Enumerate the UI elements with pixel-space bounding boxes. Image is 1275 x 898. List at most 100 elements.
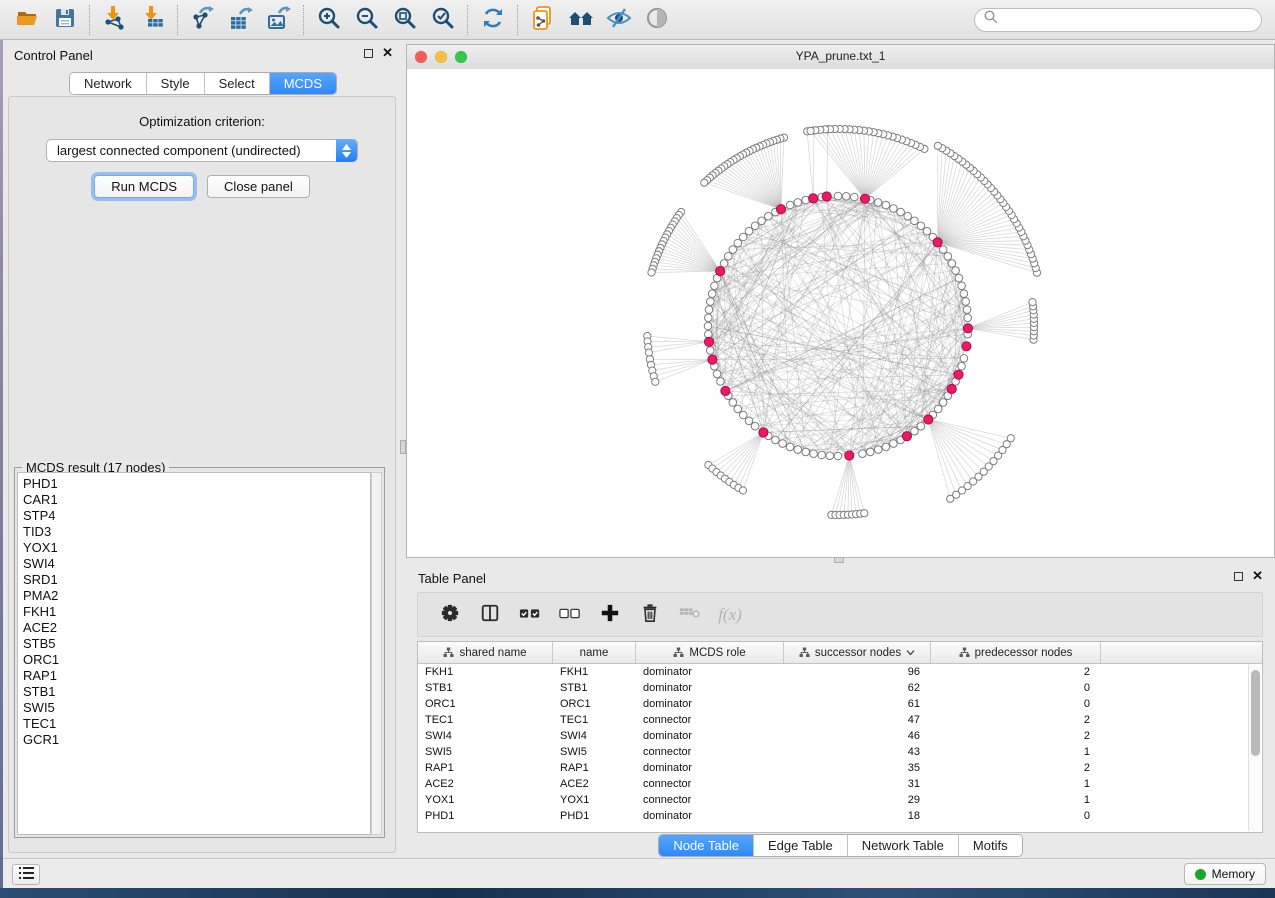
- graph-node[interactable]: [779, 440, 787, 448]
- graph-node[interactable]: [859, 450, 867, 458]
- graph-node[interactable]: [939, 246, 947, 254]
- export-network-button[interactable]: [184, 5, 222, 35]
- graph-node[interactable]: [917, 422, 925, 430]
- table-row[interactable]: FKH1FKH1dominator962: [418, 664, 1262, 680]
- graph-node[interactable]: [890, 440, 898, 448]
- tab-mcds[interactable]: MCDS: [270, 73, 336, 94]
- graph-hub-node[interactable]: [860, 194, 869, 203]
- tab-network-table[interactable]: Network Table: [848, 835, 959, 856]
- tab-node-table[interactable]: Node Table: [659, 835, 754, 856]
- graph-node[interactable]: [705, 306, 713, 314]
- graph-node[interactable]: [786, 443, 794, 451]
- result-list-item[interactable]: CAR1: [23, 492, 370, 508]
- result-list-scrollbar[interactable]: [371, 472, 382, 835]
- graph-node[interactable]: [904, 212, 912, 220]
- result-list-item[interactable]: SWI5: [23, 700, 370, 716]
- graph-leaf-node[interactable]: [861, 510, 868, 517]
- export-table-button[interactable]: [222, 5, 260, 35]
- add-row-button[interactable]: [595, 600, 625, 630]
- criterion-select[interactable]: largest connected component (undirected): [46, 139, 358, 162]
- graph-leaf-node[interactable]: [739, 487, 746, 494]
- graph-node[interactable]: [842, 193, 850, 201]
- apply-layout-button[interactable]: [474, 5, 512, 35]
- first-neighbors-button[interactable]: [562, 5, 600, 35]
- graph-node[interactable]: [897, 208, 905, 216]
- graph-leaf-node[interactable]: [701, 179, 708, 186]
- graph-node[interactable]: [751, 222, 759, 230]
- save-session-button[interactable]: [46, 5, 84, 35]
- result-list-item[interactable]: STB5: [23, 636, 370, 652]
- graph-hub-node[interactable]: [809, 194, 818, 203]
- graph-node[interactable]: [713, 370, 721, 378]
- table-row[interactable]: SWI5SWI5connector431: [418, 744, 1262, 760]
- graph-node[interactable]: [794, 446, 802, 454]
- graph-node[interactable]: [794, 199, 802, 207]
- graph-hub-node[interactable]: [721, 386, 730, 395]
- graph-node[interactable]: [739, 411, 747, 419]
- result-list-item[interactable]: ORC1: [23, 652, 370, 668]
- table-row[interactable]: ACE2ACE2connector311: [418, 776, 1262, 792]
- table-scrollbar[interactable]: [1248, 664, 1261, 831]
- tab-edge-table[interactable]: Edge Table: [754, 835, 848, 856]
- graph-hub-node[interactable]: [776, 205, 785, 214]
- result-list-item[interactable]: GCR1: [23, 732, 370, 748]
- graph-node[interactable]: [751, 422, 759, 430]
- graph-node[interactable]: [765, 212, 773, 220]
- graph-node[interactable]: [867, 448, 875, 456]
- graph-node[interactable]: [717, 378, 725, 386]
- task-history-button[interactable]: [12, 864, 40, 885]
- export-image-button[interactable]: [260, 5, 298, 35]
- graph-node[interactable]: [851, 193, 859, 201]
- graph-hub-node[interactable]: [902, 432, 911, 441]
- graph-node[interactable]: [834, 192, 842, 200]
- table-row[interactable]: STB1STB1dominator620: [418, 680, 1262, 696]
- table-row[interactable]: RAP1RAP1dominator352: [418, 760, 1262, 776]
- graph-hub-node[interactable]: [924, 415, 933, 424]
- column-header-MCDS-role[interactable]: MCDS role: [636, 642, 784, 663]
- graph-leaf-node[interactable]: [1029, 299, 1036, 306]
- graph-node[interactable]: [958, 362, 966, 370]
- graph-node[interactable]: [772, 436, 780, 444]
- zoom-selected-button[interactable]: [424, 5, 462, 35]
- tab-style[interactable]: Style: [147, 73, 205, 94]
- result-list-item[interactable]: TID3: [23, 524, 370, 540]
- table-row[interactable]: ORC1ORC1dominator610: [418, 696, 1262, 712]
- graph-leaf-node[interactable]: [652, 378, 659, 385]
- graph-node[interactable]: [944, 253, 952, 261]
- graph-hub-node[interactable]: [759, 428, 768, 437]
- close-panel-icon[interactable]: ✕: [1252, 571, 1263, 581]
- deselect-all-button[interactable]: [555, 600, 585, 630]
- graph-hub-node[interactable]: [704, 337, 713, 346]
- graph-leaf-node[interactable]: [645, 349, 652, 356]
- zoom-out-button[interactable]: [348, 5, 386, 35]
- graph-node[interactable]: [745, 417, 753, 425]
- graph-node[interactable]: [707, 347, 715, 355]
- result-list-item[interactable]: TEC1: [23, 716, 370, 732]
- result-list-item[interactable]: FKH1: [23, 604, 370, 620]
- graph-hub-node[interactable]: [954, 370, 963, 379]
- graph-node[interactable]: [704, 322, 712, 330]
- table-row[interactable]: YOX1YOX1connector291: [418, 792, 1262, 808]
- result-list-item[interactable]: STB1: [23, 684, 370, 700]
- result-list-item[interactable]: SWI4: [23, 556, 370, 572]
- close-panel-button[interactable]: Close panel: [207, 175, 310, 198]
- float-panel-icon[interactable]: [364, 49, 373, 58]
- graph-node[interactable]: [939, 399, 947, 407]
- result-list-item[interactable]: SRD1: [23, 572, 370, 588]
- result-list-item[interactable]: RAP1: [23, 668, 370, 684]
- import-table-button[interactable]: [134, 5, 172, 35]
- graph-node[interactable]: [810, 450, 818, 458]
- function-builder-button[interactable]: f(x): [715, 600, 745, 630]
- graph-node[interactable]: [786, 201, 794, 209]
- graph-hub-node[interactable]: [963, 324, 972, 333]
- graph-hub-node[interactable]: [716, 267, 725, 276]
- graph-node[interactable]: [705, 314, 713, 322]
- graph-node[interactable]: [707, 298, 715, 306]
- graph-node[interactable]: [882, 443, 890, 451]
- delete-table-button[interactable]: [675, 600, 705, 630]
- result-list-item[interactable]: PHD1: [23, 476, 370, 492]
- network-canvas[interactable]: [407, 69, 1274, 557]
- zoom-in-button[interactable]: [310, 5, 348, 35]
- graph-node[interactable]: [745, 227, 753, 235]
- graph-hub-node[interactable]: [947, 384, 956, 393]
